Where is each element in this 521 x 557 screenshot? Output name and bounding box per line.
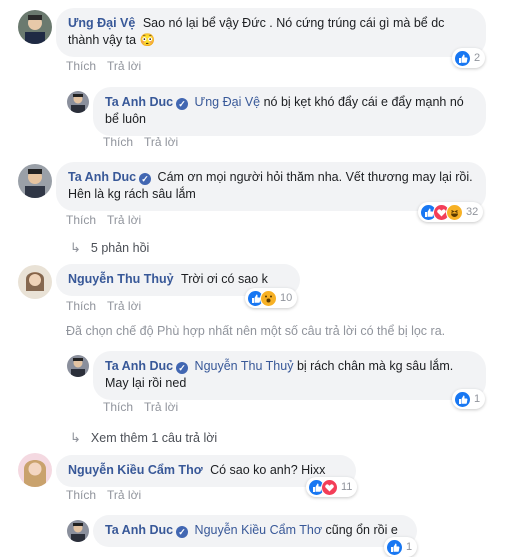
- reply-bubble: Ta Anh Duc ✓ Nguyễn Thu Thuỷ bị rách chân…: [93, 351, 486, 400]
- verified-badge-icon: ✓: [176, 526, 189, 538]
- reply-author[interactable]: Ta Anh Duc: [105, 523, 173, 537]
- avatar[interactable]: [67, 355, 89, 377]
- reply-bubble: Ta Anh Duc ✓ Nguyễn Kiều Cẩm Thơ cũng ổn …: [93, 515, 417, 547]
- comment-author[interactable]: Nguyễn Thu Thuỷ: [68, 272, 174, 286]
- comment-author[interactable]: Ưng Đại Vệ: [68, 16, 135, 30]
- reply-actions: Thích Trả lời: [103, 135, 189, 149]
- like-link[interactable]: Thích: [66, 59, 96, 73]
- wow-icon: [260, 289, 277, 307]
- avatar[interactable]: [67, 91, 89, 113]
- view-replies-link[interactable]: ↳ 5 phản hồi: [70, 240, 149, 256]
- love-icon: [321, 478, 338, 496]
- reaction-count: 2: [474, 52, 481, 64]
- reaction-summary[interactable]: 1: [452, 389, 486, 409]
- reaction-count: 1: [474, 393, 481, 405]
- reaction-count: 32: [466, 206, 479, 218]
- like-link[interactable]: Thích: [66, 299, 96, 313]
- reaction-summary[interactable]: 11: [306, 477, 358, 497]
- comment-bubble: Ưng Đại Vệ Sao nó lại bể vậy Đức . Nó cứ…: [56, 8, 486, 57]
- reaction-summary[interactable]: 1: [384, 537, 418, 557]
- reply-link[interactable]: Trả lời: [144, 135, 178, 149]
- view-more-replies-link[interactable]: ↳ Xem thêm 1 câu trả lời: [70, 430, 217, 446]
- like-link[interactable]: Thích: [103, 400, 133, 414]
- reply-arrow-icon: ↳: [70, 430, 81, 445]
- like-icon: [454, 390, 471, 408]
- view-replies-label: 5 phản hồi: [90, 241, 150, 255]
- reaction-summary[interactable]: 2: [452, 48, 486, 68]
- reply-author[interactable]: Ta Anh Duc: [105, 359, 173, 373]
- view-more-replies-label: Xem thêm 1 câu trả lời: [90, 431, 218, 445]
- reaction-count: 10: [280, 292, 293, 304]
- verified-badge-icon: ✓: [176, 362, 189, 374]
- comment-actions: Thích Trả lời: [66, 488, 152, 502]
- like-link[interactable]: Thích: [66, 213, 96, 227]
- verified-badge-icon: ✓: [139, 173, 152, 185]
- comment-actions: Thích Trả lời: [66, 213, 152, 227]
- avatar[interactable]: [18, 164, 52, 198]
- reply-bubble: Ta Anh Duc ✓ Ưng Đại Vệ nó bị kẹt khó đẩy…: [93, 87, 486, 136]
- reply-link[interactable]: Trả lời: [107, 299, 141, 313]
- tagged-user[interactable]: Nguyễn Thu Thuỷ: [195, 359, 294, 373]
- comment-author[interactable]: Nguyễn Kiều Cẩm Thơ: [68, 463, 203, 477]
- comment-text: Trời ơi có sao k: [181, 272, 268, 286]
- avatar[interactable]: [67, 520, 89, 542]
- tagged-user[interactable]: Nguyễn Kiều Cẩm Thơ: [195, 523, 322, 537]
- like-icon: [454, 49, 471, 67]
- reply-link[interactable]: Trả lời: [107, 488, 141, 502]
- reply-author[interactable]: Ta Anh Duc: [105, 95, 173, 109]
- comment-text: Có sao ko anh? Hixx: [210, 463, 326, 477]
- reply-link[interactable]: Trả lời: [144, 400, 178, 414]
- reply-actions: Thích Trả lời: [103, 400, 189, 414]
- verified-badge-icon: ✓: [176, 98, 189, 110]
- reaction-summary[interactable]: 32: [418, 202, 484, 222]
- tagged-user[interactable]: Ưng Đại Vệ: [195, 95, 261, 109]
- reaction-count: 11: [341, 481, 353, 493]
- avatar[interactable]: [18, 10, 52, 44]
- filter-note: Đã chọn chế độ Phù hợp nhất nên một số c…: [66, 324, 446, 338]
- reply-text: cũng ổn rồi e: [322, 523, 398, 537]
- comment-actions: Thích Trả lời: [66, 59, 152, 73]
- like-link[interactable]: Thích: [103, 135, 133, 149]
- reaction-summary[interactable]: 10: [245, 288, 298, 308]
- avatar[interactable]: [18, 453, 52, 487]
- avatar[interactable]: [18, 265, 52, 299]
- reply-link[interactable]: Trả lời: [107, 213, 141, 227]
- like-link[interactable]: Thích: [66, 488, 96, 502]
- haha-icon: [446, 203, 463, 221]
- reaction-count: 1: [406, 541, 413, 553]
- reply-arrow-icon: ↳: [70, 240, 81, 255]
- comment-actions: Thích Trả lời: [66, 299, 152, 313]
- reply-link[interactable]: Trả lời: [107, 59, 141, 73]
- comment-author[interactable]: Ta Anh Duc: [68, 170, 136, 184]
